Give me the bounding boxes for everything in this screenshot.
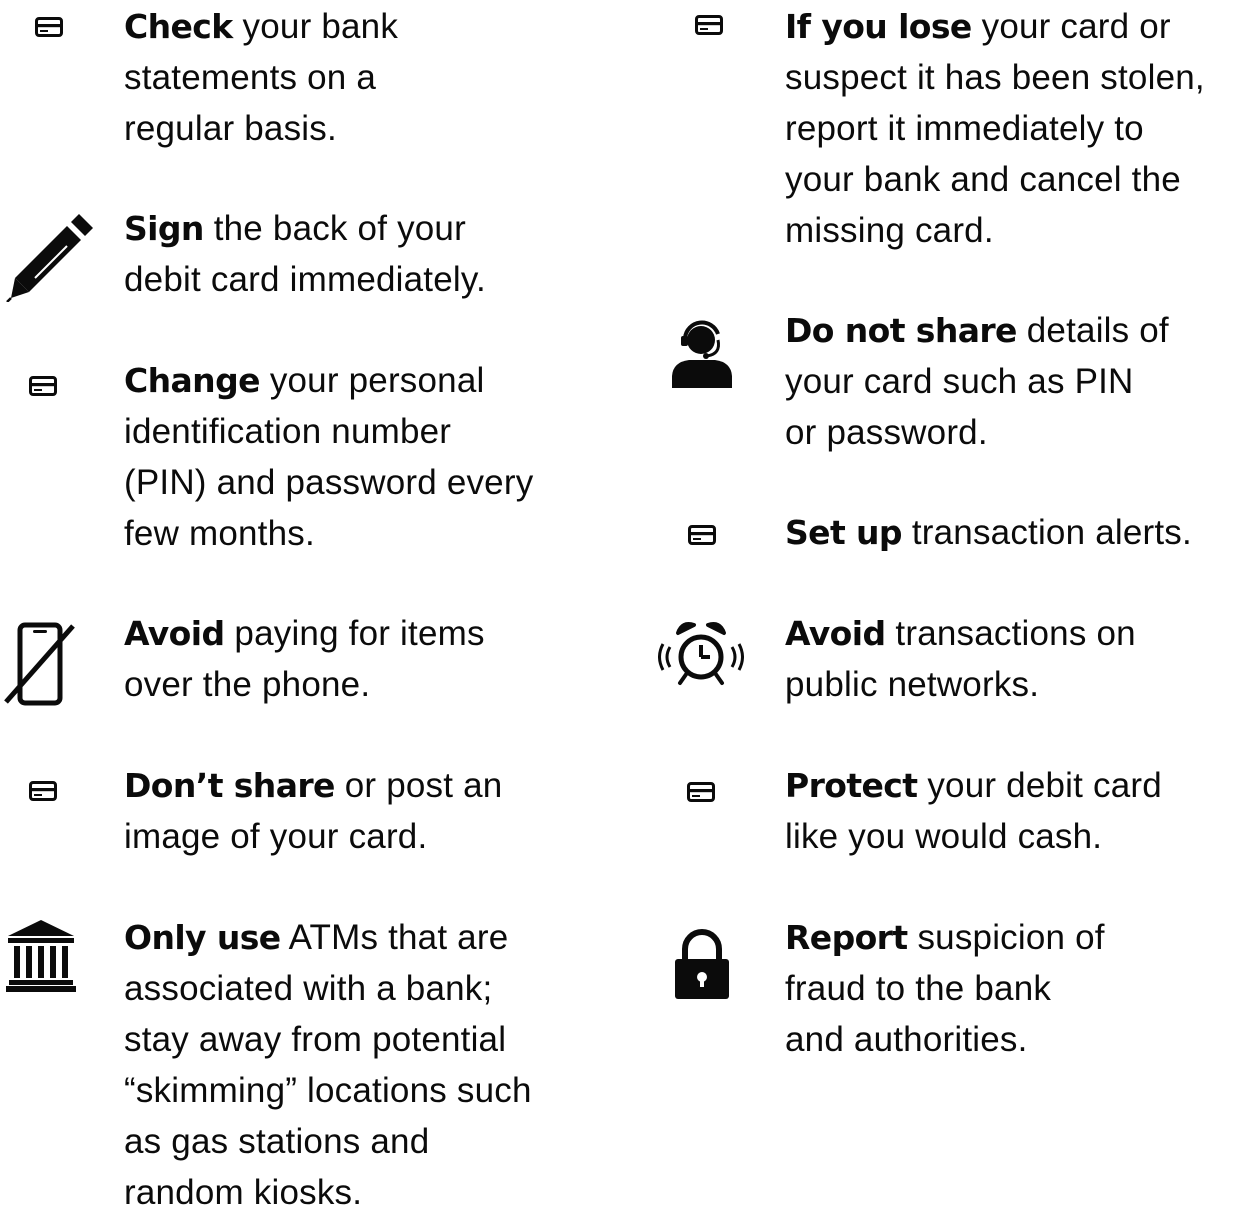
tip-bold: If you lose [785,7,972,46]
tip-line: associated with a bank; [124,969,493,1008]
tip-bold: Set up [785,513,903,552]
tip-text: Only use ATMs that are associated with a … [124,912,532,1218]
tip-line: suspicion of [907,918,1105,957]
tip-bold: Check [124,7,233,46]
tip-line: image of your card. [124,817,428,856]
support-agent-icon [671,318,733,388]
tip-line: or password. [785,413,988,452]
tip-bold: Don’t share [124,766,335,805]
lock-icon [673,929,731,1001]
tip-text: Set up transaction alerts. [785,507,1192,558]
tip-text: Check your bank statements on a regular ba… [124,1,398,154]
tip-line: over the phone. [124,665,371,704]
credit-card-icon [35,17,63,37]
credit-card-icon [29,781,57,801]
tip-bold: Sign [124,209,204,248]
tip-line: transaction alerts. [901,513,1192,552]
tip-text: Avoid transactions on public networks. [785,608,1136,710]
tip-line: your card such as PIN [785,362,1134,401]
tip-line: suspect it has been stolen, [785,58,1205,97]
tip-line: missing card. [785,211,994,250]
tip-line: details of [1016,311,1169,350]
tip-text: Avoid paying for items over the phone. [124,608,485,710]
tip-text: Report suspicion of fraud to the bank and … [785,912,1105,1065]
tip-line: and authorities. [785,1020,1028,1059]
tip-line: your bank [232,7,399,46]
tip-line: public networks. [785,665,1040,704]
tip-line: stay away from potential [124,1020,507,1059]
no-phone-icon [3,622,77,706]
tip-line: as gas stations and [124,1122,430,1161]
credit-card-icon [688,525,716,545]
tip-text: Protect your debit card like you would ca… [785,760,1162,862]
tip-line: report it immediately to [785,109,1144,148]
tip-text: Don’t share or post an image of your card… [124,760,502,862]
tip-line: transactions on [885,614,1136,653]
tip-line: your personal [259,361,485,400]
tip-bold: Avoid [124,614,225,653]
tip-line: your bank and cancel the [785,160,1181,199]
pen-icon [5,214,93,302]
tip-line: few months. [124,514,315,553]
tip-line: your debit card [917,766,1162,805]
tip-line: “skimming” locations such [124,1071,532,1110]
tip-line: debit card immediately. [124,260,486,299]
tip-text: Do not share details of your card such as… [785,305,1169,458]
tip-line: or post an [334,766,503,805]
credit-card-icon [687,782,715,802]
tip-text: Sign the back of your debit card immediat… [124,203,486,305]
tip-text: If you lose your card or suspect it has b… [785,1,1205,256]
tip-line: identification number [124,412,452,451]
tip-line: like you would cash. [785,817,1103,856]
tip-bold: Protect [785,766,918,805]
credit-card-icon [29,376,57,396]
bank-icon [6,920,76,992]
tip-line: ATMs that are [280,918,509,957]
tip-bold: Report [785,918,908,957]
tip-bold: Change [124,361,260,400]
tip-text: Change your personal identification numbe… [124,355,533,559]
tip-bold: Only use [124,918,281,957]
tip-line: paying for items [224,614,485,653]
tip-line: your card or [971,7,1171,46]
tip-line: the back of your [203,209,466,248]
tip-bold: Do not share [785,311,1017,350]
credit-card-icon [695,15,723,35]
tip-line: regular basis. [124,109,337,148]
tip-line: random kiosks. [124,1173,363,1212]
tip-line: (PIN) and password every [124,463,534,502]
tip-bold: Avoid [785,614,886,653]
tip-line: fraud to the bank [785,969,1052,1008]
tip-line: statements on a [124,58,377,97]
alarm-clock-icon [658,619,744,687]
